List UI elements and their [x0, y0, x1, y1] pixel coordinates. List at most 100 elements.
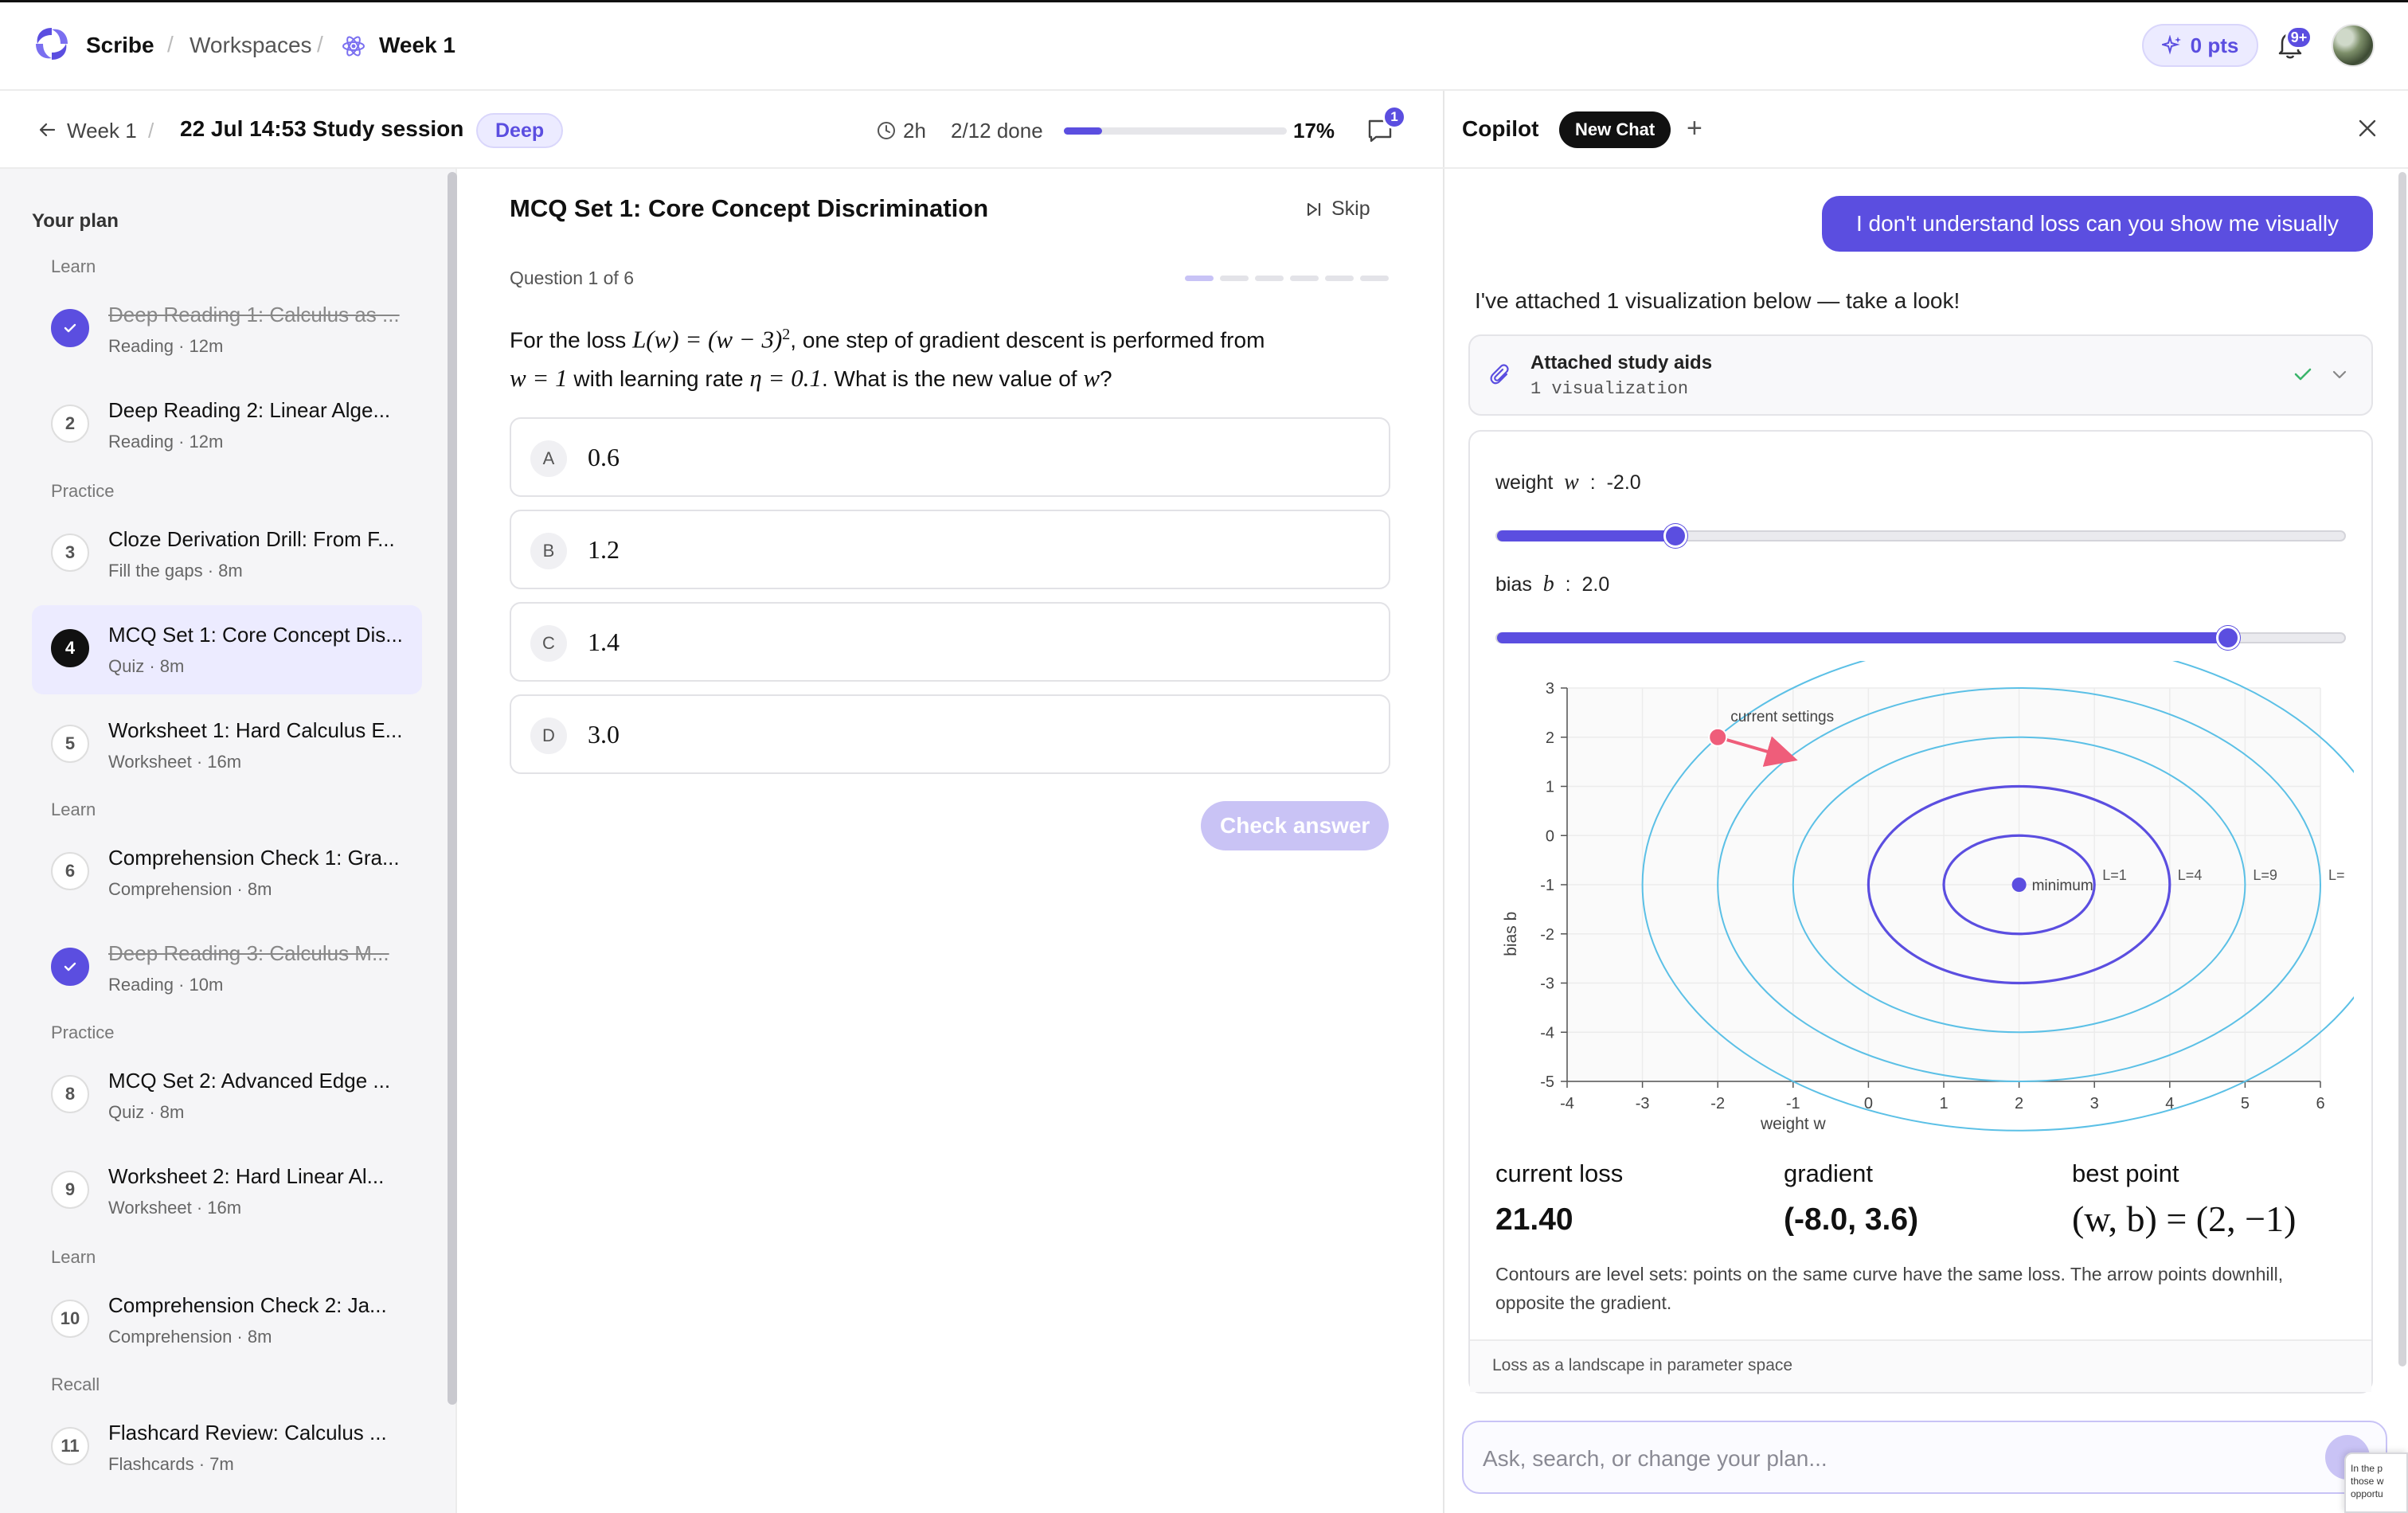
plan-item[interactable]: 6 Comprehension Check 1: Gra... Comprehe…: [32, 828, 422, 917]
chat-input-box[interactable]: [1462, 1421, 2387, 1494]
plan-item-meta: Worksheet · 16m: [108, 752, 242, 772]
check-icon: [51, 948, 89, 986]
plan-item-meta: Flashcards · 7m: [108, 1454, 234, 1474]
new-chat-button[interactable]: New Chat: [1559, 111, 1671, 148]
answer-option-c[interactable]: C 1.4: [510, 602, 1390, 682]
weight-slider-label: weight w : -2.0: [1495, 470, 1641, 495]
breadcrumb-separator: /: [167, 32, 174, 57]
x-tick-label: 3: [2090, 1095, 2099, 1112]
stat-label-best-point: best point: [2072, 1159, 2179, 1187]
plan-item-meta: Comprehension · 8m: [108, 1327, 272, 1347]
skip-label: Skip: [1331, 197, 1370, 220]
plan-item[interactable]: 3 Cloze Derivation Drill: From F... Fill…: [32, 510, 422, 599]
y-tick-label: -3: [1540, 975, 1554, 993]
plan-item[interactable]: 9 Worksheet 2: Hard Linear Al... Workshe…: [32, 1147, 422, 1236]
check-answer-button[interactable]: Check answer: [1201, 801, 1390, 850]
question-text-part: For the loss: [510, 327, 633, 353]
plan-item[interactable]: 2 Deep Reading 2: Linear Alge... Reading…: [32, 381, 422, 470]
x-tick-label: 1: [1939, 1095, 1948, 1112]
minimum-point: [2011, 878, 2027, 892]
plan-item-number: 5: [51, 725, 89, 763]
plan-item[interactable]: 8 MCQ Set 2: Advanced Edge ... Quiz · 8m: [32, 1051, 422, 1140]
weight-label: weight: [1495, 471, 1554, 494]
plan-item-meta: Quiz · 8m: [108, 656, 185, 676]
y-tick-label: -2: [1540, 926, 1554, 944]
question-dot: [1255, 276, 1284, 281]
option-value: 1.4: [588, 627, 620, 656]
plan-item[interactable]: Deep Reading 3: Calculus M... Reading · …: [32, 924, 422, 1013]
plan-item[interactable]: 5 Worksheet 1: Hard Calculus E... Worksh…: [32, 701, 422, 790]
bias-slider-fill: [1497, 632, 2229, 643]
plan-item-number: 3: [51, 534, 89, 572]
scribe-logo-icon[interactable]: [32, 24, 72, 64]
plan-item-meta: Reading · 10m: [108, 975, 224, 995]
paperclip-icon: [1490, 364, 1509, 385]
answer-option-b[interactable]: B 1.2: [510, 510, 1390, 589]
plan-item-meta: Reading · 12m: [108, 336, 224, 356]
bias-label: bias: [1495, 573, 1532, 596]
attached-study-aids[interactable]: [1468, 334, 2373, 416]
breadcrumb-week[interactable]: Week 1: [379, 32, 455, 59]
minimum-label: minimum: [2032, 878, 2093, 894]
answer-option-a[interactable]: A 0.6: [510, 417, 1390, 497]
plan-item-number: 9: [51, 1171, 89, 1209]
plan-item[interactable]: Deep Reading 1: Calculus as ... Reading …: [32, 285, 422, 374]
question-counter: Question 1 of 6: [510, 268, 634, 288]
plan-item[interactable]: 10 Comprehension Check 2: Ja... Comprehe…: [32, 1276, 422, 1365]
close-icon[interactable]: [2355, 116, 2379, 140]
x-tick-label: -4: [1560, 1095, 1574, 1112]
avatar[interactable]: [2332, 24, 2375, 67]
sidebar-scrollbar[interactable]: [448, 172, 457, 1405]
copilot-title: Copilot: [1462, 116, 1539, 141]
plan-item-meta: Fill the gaps · 8m: [108, 561, 243, 581]
plan-item-title: Deep Reading 1: Calculus as ...: [108, 303, 400, 326]
brand-name[interactable]: Scribe: [86, 32, 154, 59]
plan-item-number: 4: [51, 629, 89, 667]
peek-preview-card[interactable]: In the p those w opportu: [2344, 1452, 2408, 1513]
session-duration: 2h: [903, 119, 926, 143]
question-dot: [1220, 276, 1249, 281]
back-arrow-icon[interactable]: [37, 119, 57, 140]
back-link[interactable]: Week 1: [67, 118, 137, 143]
aids-subtitle: 1 visualization: [1530, 379, 1689, 399]
contour-label: L=9: [2253, 867, 2277, 883]
stat-value-best-point: (w, b) = (2, −1): [2072, 1198, 2297, 1239]
quiz-title: MCQ Set 1: Core Concept Discrimination: [510, 194, 989, 222]
x-tick-label: 6: [2316, 1095, 2324, 1112]
chat-badge: 1: [1382, 105, 1406, 129]
plus-icon[interactable]: +: [1687, 115, 1702, 142]
points-button[interactable]: 0 pts: [2142, 24, 2258, 67]
skip-button[interactable]: Skip: [1304, 197, 1370, 221]
bias-slider[interactable]: [1495, 626, 2346, 650]
question-dot: [1360, 276, 1389, 281]
plan-item-title: MCQ Set 2: Advanced Edge ...: [108, 1069, 391, 1093]
x-tick-label: -3: [1636, 1095, 1650, 1112]
x-tick-label: -1: [1786, 1095, 1800, 1112]
section-label: Practice: [51, 481, 115, 501]
weight-slider[interactable]: [1495, 524, 2346, 548]
plan-item-title: Comprehension Check 1: Gra...: [108, 846, 400, 870]
breadcrumb-workspaces[interactable]: Workspaces: [190, 32, 312, 59]
plan-item-title: Deep Reading 3: Calculus M...: [108, 941, 389, 965]
section-label: Learn: [51, 1247, 96, 1267]
math-expression: w = 1: [510, 364, 568, 393]
copilot-scrollbar[interactable]: [2398, 172, 2406, 1366]
section-label: Learn: [51, 256, 96, 276]
bias-symbol: b: [1542, 572, 1554, 596]
math-exponent: 2: [782, 326, 791, 343]
loss-contour-plot: -4 -3 -2 -1 0 1 2 3 4 5 63210-1-2-3-4-5weight wbia…: [1502, 661, 2354, 1133]
x-tick-label: 5: [2241, 1095, 2250, 1112]
user-message: I don't understand loss can you show me …: [1822, 196, 2373, 252]
x-tick-label: -2: [1710, 1095, 1725, 1112]
plan-item[interactable]: 11 Flashcard Review: Calculus ... Flashc…: [32, 1403, 422, 1492]
x-tick-label: 2: [2015, 1095, 2023, 1112]
answer-option-d[interactable]: D 3.0: [510, 694, 1390, 774]
chevron-down-icon[interactable]: [2330, 365, 2349, 384]
plan-item-current[interactable]: 4 MCQ Set 1: Core Concept Dis... Quiz · …: [32, 605, 422, 694]
chat-input[interactable]: [1483, 1441, 2311, 1476]
y-axis-label: bias b: [1502, 912, 1520, 956]
plan-item-meta: Comprehension · 8m: [108, 879, 272, 899]
weight-value: -2.0: [1606, 471, 1641, 494]
x-axis-label: weight w: [1760, 1115, 1827, 1133]
weight-slider-fill: [1497, 530, 1676, 541]
